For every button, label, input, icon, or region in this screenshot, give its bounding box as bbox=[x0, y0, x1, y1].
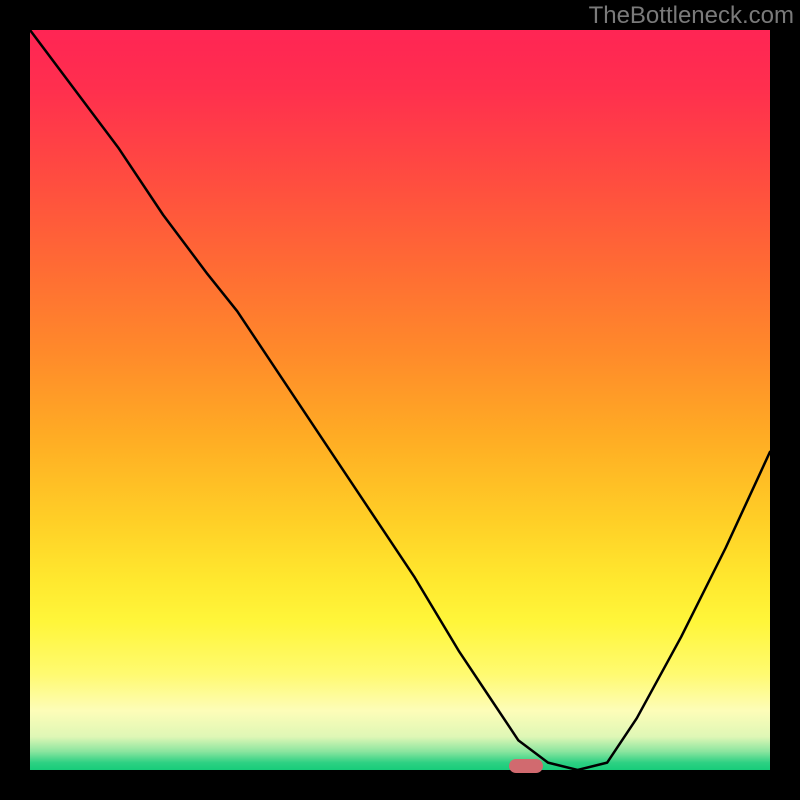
bottleneck-marker bbox=[509, 759, 543, 773]
watermark-text: TheBottleneck.com bbox=[589, 2, 794, 30]
chart-plot-area bbox=[30, 30, 770, 770]
chart-curve bbox=[30, 30, 770, 770]
curve-path bbox=[30, 30, 770, 770]
